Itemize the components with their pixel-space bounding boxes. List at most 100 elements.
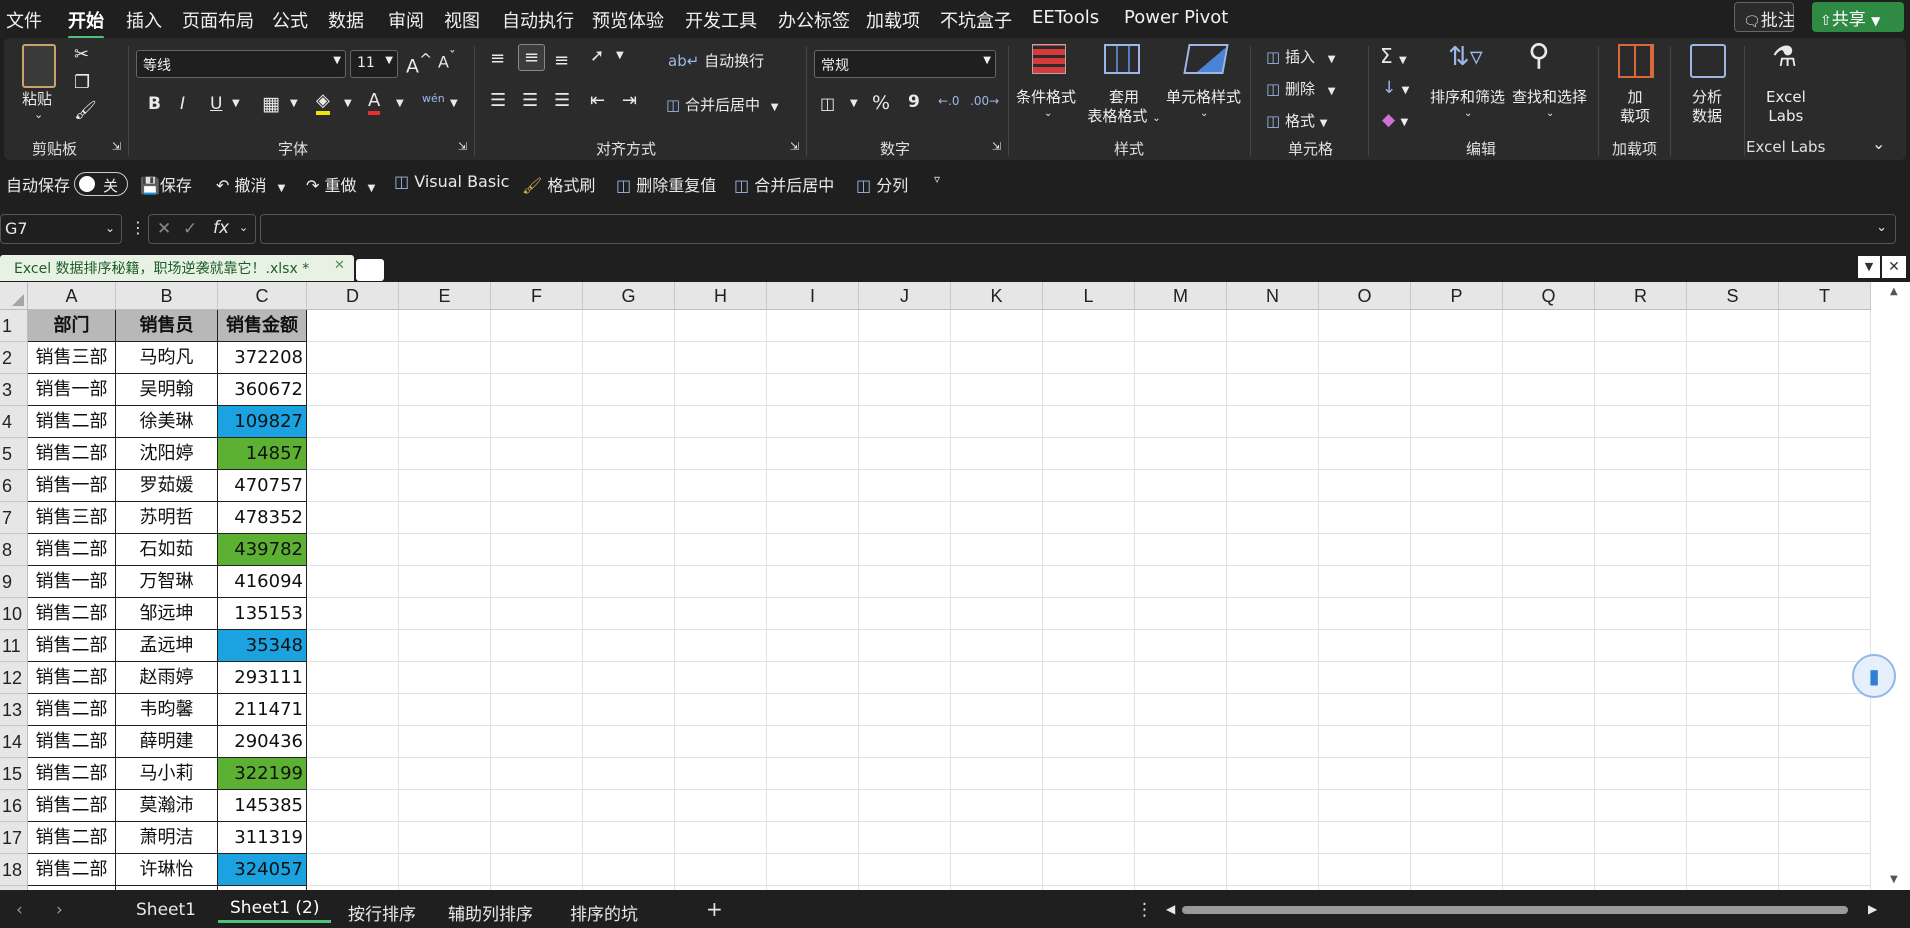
table-cell[interactable]: 吴明翰 — [116, 374, 218, 406]
grid-cell[interactable] — [583, 758, 675, 790]
phonetic-icon[interactable]: wén — [422, 92, 445, 105]
table-cell[interactable]: 韦昀馨 — [116, 694, 218, 726]
grid-cell[interactable] — [1227, 406, 1319, 438]
grid-cell[interactable] — [399, 694, 491, 726]
grid-cell[interactable] — [767, 694, 859, 726]
grid-cell[interactable] — [1779, 566, 1871, 598]
table-cell[interactable]: 许琳怡 — [116, 854, 218, 886]
grid-cell[interactable] — [1503, 342, 1595, 374]
table-cell[interactable]: 销售二部 — [28, 438, 116, 470]
grid-cell[interactable] — [1411, 854, 1503, 886]
grid-cell[interactable] — [1687, 310, 1779, 342]
table-cell[interactable]: 372208 — [218, 342, 307, 374]
grid-cell[interactable] — [1135, 630, 1227, 662]
sheet-tab-3[interactable]: 辅助列排序 — [448, 900, 533, 925]
row-header-12[interactable]: 12 — [0, 662, 28, 694]
grid-cell[interactable] — [1687, 854, 1779, 886]
row-header-10[interactable]: 10 — [0, 598, 28, 630]
redo-button[interactable]: ↷ 重做 ▼ — [306, 172, 375, 196]
grid-cell[interactable] — [1595, 566, 1687, 598]
grid-cell[interactable] — [491, 534, 583, 566]
table-cell[interactable]: 马昀凡 — [116, 342, 218, 374]
underline-button[interactable]: U — [210, 94, 222, 114]
table-cell[interactable]: 徐美琳 — [116, 406, 218, 438]
row-header-4[interactable]: 4 — [0, 406, 28, 438]
grid-cell[interactable] — [1227, 854, 1319, 886]
grid-cell[interactable] — [1687, 726, 1779, 758]
grid-cell[interactable] — [1595, 502, 1687, 534]
menu-item-2[interactable]: 插入 — [126, 7, 162, 33]
grid-cell[interactable] — [1411, 758, 1503, 790]
grid-cell[interactable] — [399, 502, 491, 534]
grid-cell[interactable] — [307, 342, 399, 374]
grid-cell[interactable] — [859, 598, 951, 630]
grid-cell[interactable] — [491, 854, 583, 886]
grid-cell[interactable] — [1411, 406, 1503, 438]
grid-cell[interactable] — [583, 566, 675, 598]
floating-assistant-icon[interactable]: ▮ — [1852, 654, 1896, 698]
find-select-icon[interactable]: ⚲ — [1528, 38, 1550, 73]
grid-cell[interactable] — [859, 758, 951, 790]
grow-font-button[interactable]: A^ — [406, 50, 432, 77]
grid-cell[interactable] — [1135, 502, 1227, 534]
grid-cell[interactable] — [1319, 502, 1411, 534]
comma-button[interactable]: 9 — [908, 92, 920, 112]
grid-cell[interactable] — [1227, 374, 1319, 406]
grid-cell[interactable] — [859, 342, 951, 374]
grid-cell[interactable] — [1135, 310, 1227, 342]
table-cell[interactable]: 销售二部 — [28, 534, 116, 566]
grid-cell[interactable] — [1779, 822, 1871, 854]
italic-button[interactable]: I — [180, 94, 185, 114]
grid-cell[interactable] — [399, 726, 491, 758]
table-header-cell[interactable]: 部门 — [28, 310, 116, 342]
grid-cell[interactable] — [1779, 854, 1871, 886]
grid-cell[interactable] — [1687, 566, 1779, 598]
table-cell[interactable]: 孟远坤 — [116, 630, 218, 662]
grid-cell[interactable] — [1135, 758, 1227, 790]
column-header-K[interactable]: K — [951, 282, 1043, 310]
grid-cell[interactable] — [399, 758, 491, 790]
text-to-columns-button[interactable]: ◫ 分列 — [856, 172, 908, 196]
grid-cell[interactable] — [1687, 438, 1779, 470]
table-cell[interactable]: 311319 — [218, 822, 307, 854]
grid-cell[interactable] — [675, 630, 767, 662]
grid-cell[interactable] — [951, 566, 1043, 598]
grid-cell[interactable] — [1503, 438, 1595, 470]
sheet-tab-1[interactable]: Sheet1 (2) — [218, 896, 332, 923]
grid-cell[interactable] — [1687, 502, 1779, 534]
column-header-N[interactable]: N — [1227, 282, 1319, 310]
grid-cell[interactable] — [1319, 374, 1411, 406]
grid-cell[interactable] — [307, 726, 399, 758]
grid-cell[interactable] — [767, 342, 859, 374]
row-header-8[interactable]: 8 — [0, 534, 28, 566]
grid-cell[interactable] — [1043, 822, 1135, 854]
grid-cell[interactable] — [767, 374, 859, 406]
grid-cell[interactable] — [675, 406, 767, 438]
sheet-tab-4[interactable]: 排序的坑 — [570, 900, 638, 925]
table-cell[interactable]: 135153 — [218, 598, 307, 630]
sheet-tab-2[interactable]: 按行排序 — [348, 900, 416, 925]
grid-cell[interactable] — [1227, 694, 1319, 726]
grid-cell[interactable] — [1227, 438, 1319, 470]
grid-cell[interactable] — [1043, 310, 1135, 342]
row-header-18[interactable]: 18 — [0, 854, 28, 886]
grid-cell[interactable] — [951, 630, 1043, 662]
grid-cell[interactable] — [583, 534, 675, 566]
orientation-icon[interactable]: ➚ — [590, 46, 604, 66]
table-cell[interactable]: 211471 — [218, 694, 307, 726]
close-tab-icon[interactable]: ✕ — [334, 258, 345, 273]
chevron-down-icon[interactable]: ▼ — [232, 98, 240, 109]
collapse-ribbon-icon[interactable]: ⌄ — [1872, 134, 1885, 153]
conditional-format-icon[interactable] — [1032, 44, 1066, 74]
grid-cell[interactable] — [1319, 822, 1411, 854]
grid-cell[interactable] — [1319, 790, 1411, 822]
dialog-launcher-icon[interactable]: ⇲ — [992, 140, 1001, 153]
more-sheets-icon[interactable]: ⋮ — [1136, 900, 1153, 920]
cell-styles-button[interactable]: 单元格样式 — [1166, 88, 1241, 107]
table-cell[interactable]: 萧明洁 — [116, 822, 218, 854]
grid-cell[interactable] — [1227, 790, 1319, 822]
grid-cell[interactable] — [399, 630, 491, 662]
menu-item-3[interactable]: 页面布局 — [182, 7, 254, 33]
grid-cell[interactable] — [1595, 630, 1687, 662]
grid-cell[interactable] — [307, 502, 399, 534]
